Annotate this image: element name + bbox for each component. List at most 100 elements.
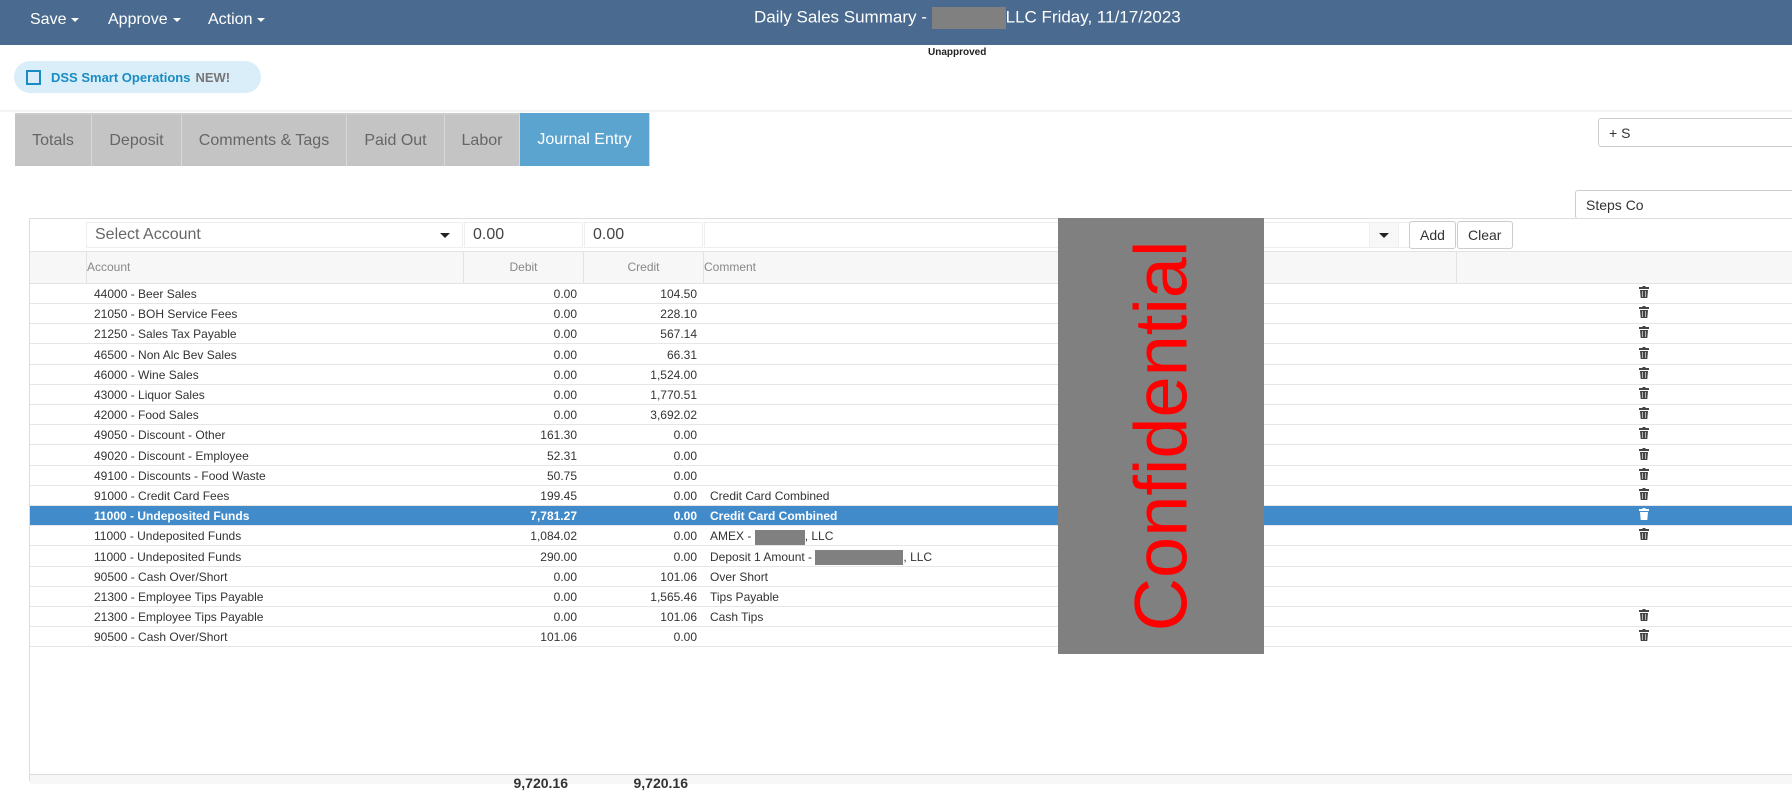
- account-select[interactable]: Select Account: [86, 222, 463, 248]
- debit-input[interactable]: 0.00: [464, 222, 583, 248]
- table-row[interactable]: 49050 - Discount - Other 161.30 0.00: [30, 425, 1792, 446]
- table-row[interactable]: 90500 - Cash Over/Short 0.00 101.06 Over…: [30, 567, 1792, 587]
- entry-row: Select Account 0.00 0.00 Add Clear: [30, 219, 1792, 251]
- row-comment-text: Credit Card Combined: [710, 509, 838, 524]
- trash-icon[interactable]: [1639, 526, 1649, 541]
- dss-smart-operations-button[interactable]: DSS Smart Operations NEW!: [14, 61, 261, 93]
- table-row[interactable]: 91000 - Credit Card Fees 199.45 0.00 Cre…: [30, 486, 1792, 506]
- redacted-name: [815, 549, 904, 565]
- tab-comments-tags[interactable]: Comments & Tags: [182, 115, 347, 166]
- table-row[interactable]: 21300 - Employee Tips Payable 0.00 101.0…: [30, 607, 1792, 628]
- add-button[interactable]: Add: [1409, 221, 1456, 249]
- table-header: Account Debit Credit Comment: [30, 251, 1792, 284]
- row-credit: 0.00: [673, 509, 697, 524]
- trash-icon[interactable]: [1639, 627, 1649, 642]
- col-debit-label: Debit: [509, 260, 538, 274]
- redacted-name: [754, 529, 805, 545]
- trash-icon[interactable]: [1639, 405, 1649, 420]
- top-navbar: Save Approve Action Daily Sales Summary …: [0, 0, 1792, 45]
- row-comment-text: Tips Payable: [710, 590, 779, 604]
- tab-totals[interactable]: Totals: [15, 115, 92, 166]
- new-label: NEW!: [195, 69, 231, 85]
- table-row[interactable]: 21300 - Employee Tips Payable 0.00 1,565…: [30, 587, 1792, 607]
- row-debit: 0.00: [553, 367, 577, 382]
- row-comment-suffix: , LLC: [903, 549, 933, 564]
- row-account: 11000 - Undeposited Funds: [94, 529, 242, 544]
- trash-icon[interactable]: [1639, 365, 1649, 379]
- table-row[interactable]: 90500 - Cash Over/Short 101.06 0.00: [30, 627, 1792, 648]
- row-credit: 1,565.46: [650, 590, 697, 604]
- tab-deposit[interactable]: Deposit: [92, 115, 182, 166]
- credit-input[interactable]: 0.00: [584, 222, 703, 248]
- col-account: Account: [86, 252, 463, 283]
- upload-icon: [26, 69, 41, 85]
- action-menu[interactable]: Action: [208, 11, 266, 29]
- table-row[interactable]: 11000 - Undeposited Funds 1,084.02 0.00 …: [30, 526, 1792, 547]
- col-credit-label: Credit: [627, 260, 660, 274]
- trash-icon[interactable]: [1639, 385, 1649, 399]
- row-debit: 101.06: [540, 630, 577, 645]
- row-debit: 0.00: [553, 388, 577, 402]
- table-row[interactable]: 46000 - Wine Sales 0.00 1,524.00: [30, 365, 1792, 385]
- row-debit: 7,781.27: [530, 509, 577, 524]
- save-label: Save: [30, 11, 67, 28]
- table-row[interactable]: 44000 - Beer Sales 0.00 104.50: [30, 284, 1792, 304]
- trash-icon[interactable]: [1639, 324, 1649, 339]
- col-actions: [1456, 252, 1792, 283]
- table-row[interactable]: 21250 - Sales Tax Payable 0.00 567.14: [30, 324, 1792, 345]
- row-credit: 3,692.02: [650, 408, 697, 423]
- totals-row: 9,720.16 9,720.16: [30, 774, 1792, 790]
- trash-icon[interactable]: [1639, 607, 1649, 622]
- row-debit: 0.00: [553, 610, 577, 625]
- comment-dropdown[interactable]: [1369, 222, 1399, 248]
- row-credit: 0.00: [673, 630, 697, 645]
- save-menu[interactable]: Save: [30, 11, 80, 29]
- steps-button[interactable]: Steps Co: [1575, 190, 1792, 219]
- row-account: 21250 - Sales Tax Payable: [94, 327, 237, 342]
- trash-icon[interactable]: [1639, 425, 1649, 440]
- row-comment-text: Deposit 1 Amount -: [710, 549, 813, 564]
- add-section-button[interactable]: + S: [1598, 118, 1792, 147]
- title-prefix: Daily Sales Summary -: [754, 7, 927, 27]
- trash-icon[interactable]: [1639, 486, 1649, 500]
- row-comment-text: Credit Card Combined: [710, 489, 830, 503]
- row-credit: 101.06: [660, 610, 697, 625]
- trash-icon[interactable]: [1639, 345, 1649, 359]
- divider: [0, 110, 1792, 112]
- col-debit: Debit: [463, 252, 583, 283]
- trash-icon[interactable]: [1639, 284, 1649, 298]
- tab-labor[interactable]: Labor: [445, 115, 520, 166]
- row-account: 91000 - Credit Card Fees: [94, 489, 230, 503]
- approve-menu[interactable]: Approve: [108, 11, 181, 29]
- tab-journal-entry[interactable]: Journal Entry: [520, 113, 650, 166]
- row-account: 11000 - Undeposited Funds: [94, 509, 250, 524]
- table-row[interactable]: 49020 - Discount - Employee 52.31 0.00: [30, 446, 1792, 466]
- table-row[interactable]: 46500 - Non Alc Bev Sales 0.00 66.31: [30, 345, 1792, 365]
- row-account: 21300 - Employee Tips Payable: [94, 590, 264, 604]
- tab-paid-out[interactable]: Paid Out: [347, 115, 445, 166]
- trash-icon[interactable]: [1639, 446, 1649, 460]
- table-row[interactable]: 11000 - Undeposited Funds 7,781.27 0.00 …: [30, 506, 1792, 527]
- table-row[interactable]: 49100 - Discounts - Food Waste 50.75 0.0…: [30, 466, 1792, 486]
- trash-icon[interactable]: [1639, 304, 1649, 319]
- row-comment: Deposit 1 Amount - , LLC: [710, 547, 932, 567]
- row-comment-text: Over Short: [710, 569, 769, 584]
- trash-icon[interactable]: [1639, 506, 1649, 521]
- row-credit: 0.00: [673, 489, 697, 503]
- row-account: 90500 - Cash Over/Short: [94, 569, 228, 584]
- table-row[interactable]: 43000 - Liquor Sales 0.00 1,770.51: [30, 385, 1792, 405]
- journal-entry-grid: Select Account 0.00 0.00 Add Clear Accou…: [29, 218, 1792, 790]
- table-row[interactable]: 21050 - BOH Service Fees 0.00 228.10: [30, 304, 1792, 325]
- row-debit: 290.00: [540, 549, 577, 564]
- row-account: 21300 - Employee Tips Payable: [94, 610, 264, 625]
- row-account: 11000 - Undeposited Funds: [94, 549, 242, 564]
- confidential-watermark: Confidential: [1058, 218, 1264, 654]
- trash-icon[interactable]: [1639, 466, 1649, 480]
- table-row[interactable]: 42000 - Food Sales 0.00 3,692.02: [30, 405, 1792, 426]
- table-row[interactable]: 11000 - Undeposited Funds 290.00 0.00 De…: [30, 547, 1792, 567]
- row-debit: 199.45: [540, 489, 577, 503]
- row-credit: 567.14: [660, 327, 697, 342]
- clear-button[interactable]: Clear: [1457, 221, 1513, 249]
- row-debit: 0.00: [553, 347, 577, 362]
- row-account: 43000 - Liquor Sales: [94, 388, 205, 402]
